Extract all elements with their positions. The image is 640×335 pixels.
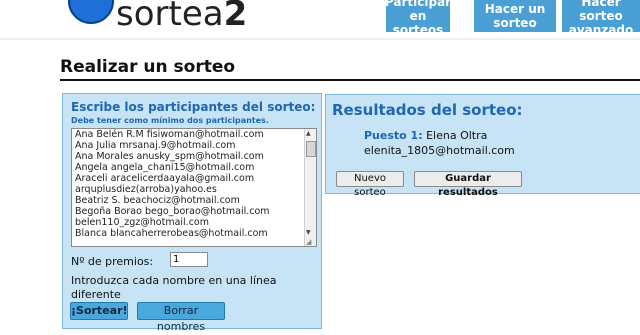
scroll-down-icon[interactable]: ▼ [306,229,311,236]
premios-input[interactable]: 1 [170,252,208,267]
prize-label: Puesto 1: [364,129,423,142]
page-title: Realizar un sorteo [60,57,236,77]
results-panel: Resultados del sorteo: Puesto 1: Elena O… [325,94,640,198]
nav-sorteo-avanzado[interactable]: Hacer sorteo avanzado [562,0,640,37]
nav-hacer-line2: sorteo [493,16,537,30]
nav-hacer-sorteo[interactable]: Hacer un sorteo [474,0,556,32]
nav-avanzado-line2: avanzado [568,23,634,37]
result-row: Puesto 1: Elena Oltra [364,129,487,142]
nuevo-sorteo-button[interactable]: Nuevo sorteo [336,171,404,198]
site-header: sortea2 Participar en sorteos Hacer un sor… [0,0,640,38]
nav-participar[interactable]: Participar en sorteos [384,0,452,37]
scroll-up-icon[interactable]: ▲ [306,130,311,137]
participants-hint: Introduzca cada nombre en una línea dife… [71,274,277,301]
participant-line: arquplusdiez(arroba)yahoo.es [75,184,217,195]
participant-line: Begoña Borao bego_borao@hotmail.com [75,206,270,217]
logo-number: 2 [223,0,248,34]
nav-hacer-line1: Hacer un [484,2,546,16]
nav-participar-line1: Participar en [384,0,452,23]
resize-grip-icon[interactable]: ◢ [306,238,311,246]
participant-line: Angela angela_chani15@hotmail.com [75,162,255,173]
nav-participar-line2: sorteos [392,23,444,37]
participants-panel: Escribe los participantes del sorteo: De… [62,93,322,333]
participant-line: Ana Julia mrsanaj.9@hotmail.com [75,140,236,151]
participants-title: Escribe los participantes del sorteo: [71,100,316,114]
nav-avanzado-line1: Hacer sorteo [579,0,623,23]
header-divider [0,38,640,40]
winner-name: Elena Oltra [426,129,488,142]
participants-subtitle: Debe tener como mínimo dos participantes… [71,116,269,125]
guardar-resultados-button[interactable]: Guardar resultados [414,171,522,198]
participant-line: Araceli aracelicerdaayala@gmail.com [75,173,255,184]
participant-line: belen110_zgz@hotmail.com [75,217,209,228]
participant-line: Blanca blancaherrerobeas@hotmail.com [75,228,268,239]
premios-label: Nº de premios: [71,255,154,268]
title-rule [60,79,640,81]
results-title: Resultados del sorteo: [332,101,523,119]
participant-line: Beatriz S. beachociz@hotmail.com [75,195,240,206]
logo-ball-icon[interactable] [68,0,114,24]
logo-text: sortea [116,0,224,34]
participant-line: Ana Belén R.M fisiwoman@hotmail.com [75,129,264,140]
borrar-nombres-button[interactable]: Borrar nombres [137,302,225,333]
participant-line: Ana Morales anusky_spm@hotmail.com [75,151,264,162]
site-logo[interactable]: sortea2 [116,0,247,34]
textarea-scrollbar[interactable]: ▲ ▼ ◢ [304,129,316,246]
scrollbar-thumb[interactable] [306,141,316,157]
winner-email: elenita_1805@hotmail.com [364,144,515,157]
participants-textarea[interactable]: Ana Belén R.M fisiwoman@hotmail.com Ana … [71,128,317,247]
sortear-button[interactable]: ¡Sortear! [70,302,128,320]
